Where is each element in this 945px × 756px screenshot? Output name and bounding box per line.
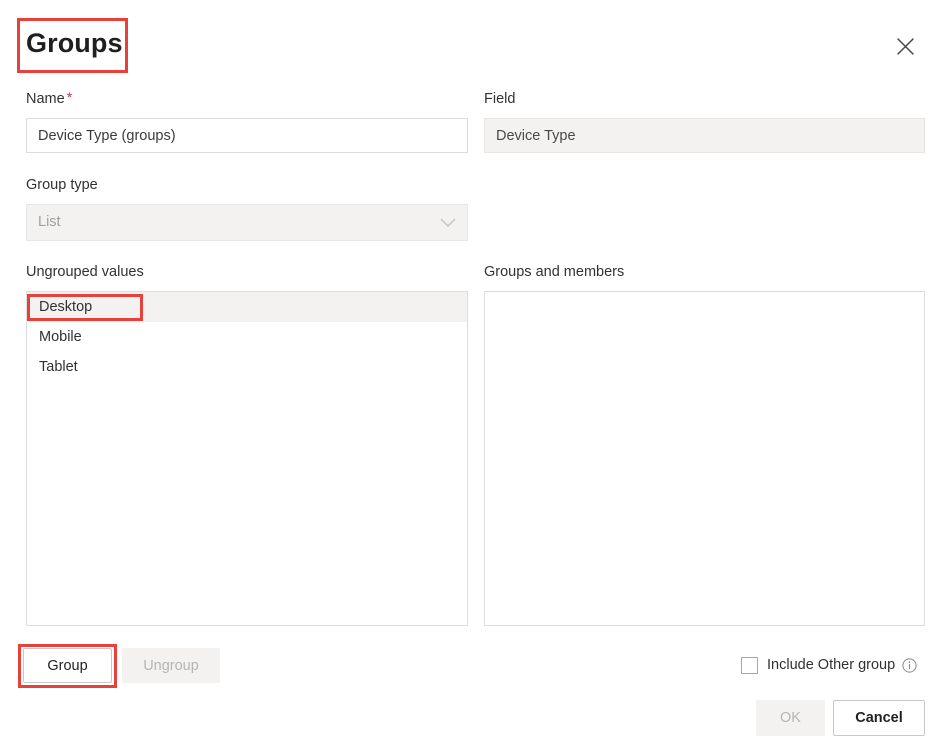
ok-button: OK [756, 700, 825, 736]
groups-and-members-label: Groups and members [484, 264, 625, 280]
groups-dialog: Groups Name* Field Group type List Ungro… [0, 0, 945, 756]
field-label: Field [484, 91, 516, 107]
list-item[interactable]: Desktop [27, 292, 467, 322]
name-label: Name * [26, 89, 73, 107]
include-other-group-checkbox[interactable]: Include Other group [741, 657, 917, 674]
field-input [484, 118, 925, 153]
checkbox-box[interactable] [741, 657, 758, 674]
group-type-label: Group type [26, 177, 98, 193]
group-type-dropdown[interactable]: List [26, 204, 468, 241]
ungroup-button: Ungroup [122, 648, 220, 683]
info-icon[interactable] [902, 658, 917, 673]
cancel-button[interactable]: Cancel [833, 700, 925, 736]
chevron-down-icon [440, 218, 456, 228]
close-icon [896, 37, 915, 56]
list-item[interactable]: Mobile [27, 322, 467, 352]
ungrouped-values-listbox[interactable]: Desktop Mobile Tablet [26, 291, 468, 626]
group-type-value: List [38, 214, 61, 230]
groups-and-members-listbox[interactable] [484, 291, 925, 626]
page-title: Groups [26, 28, 123, 58]
list-item[interactable]: Tablet [27, 352, 467, 382]
group-button[interactable]: Group [23, 648, 112, 683]
close-button[interactable] [887, 28, 923, 64]
include-other-group-label: Include Other group [767, 657, 896, 673]
name-input[interactable] [26, 118, 468, 153]
ungrouped-values-label: Ungrouped values [26, 264, 144, 280]
required-asterisk: * [66, 89, 73, 105]
